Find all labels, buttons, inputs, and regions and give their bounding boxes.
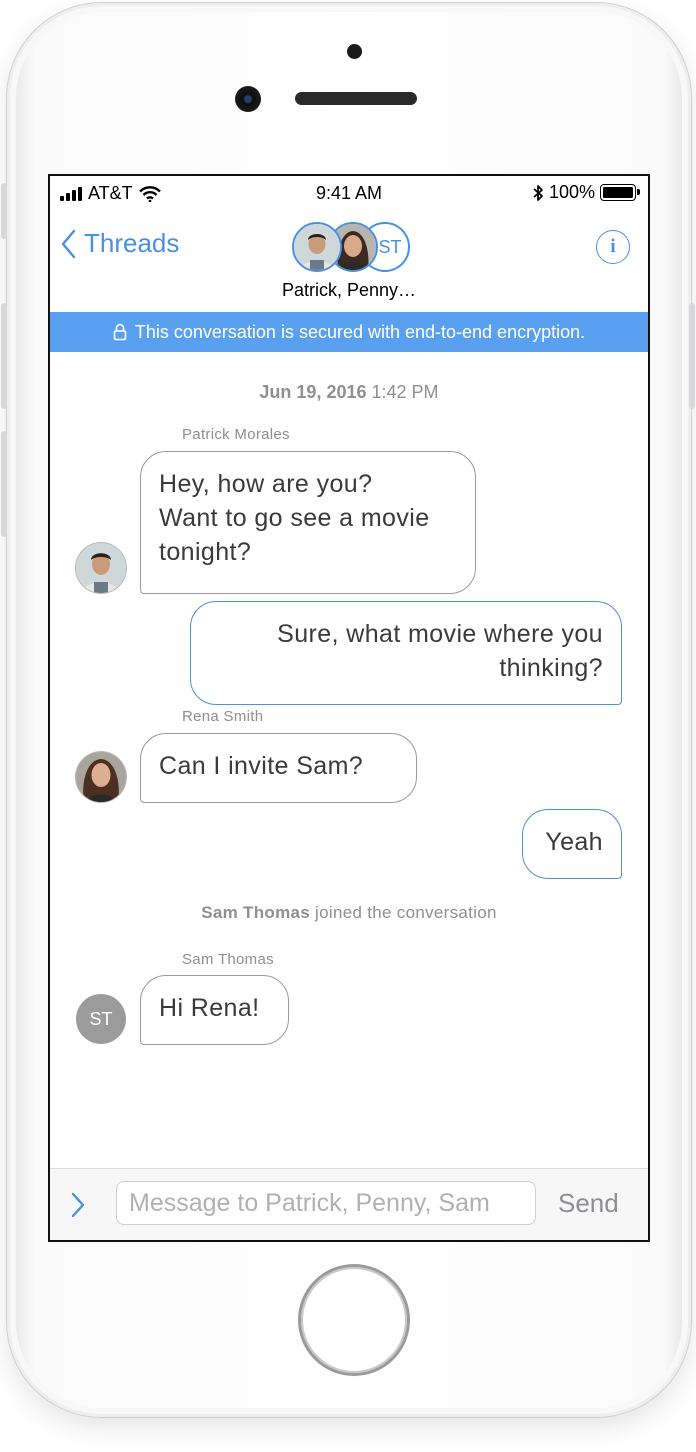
- info-icon: i: [610, 236, 616, 257]
- system-event-name: Sam Thomas: [201, 903, 311, 922]
- volume-up-button: [1, 303, 7, 409]
- sender-name: Rena Smith: [182, 708, 264, 725]
- proximity-sensor: [347, 44, 362, 59]
- back-label: Threads: [84, 228, 180, 258]
- date-stamp: Jun 19, 2016 1:42 PM: [50, 382, 648, 403]
- home-button[interactable]: [301, 1267, 407, 1373]
- time-label: 1:42 PM: [371, 382, 439, 402]
- back-button[interactable]: Threads: [60, 228, 179, 259]
- avatar-rena[interactable]: [76, 752, 126, 802]
- earpiece-speaker: [295, 92, 417, 105]
- phone-screen: AT&T 9:41 AM 100% Threads ST Patrick, Pe…: [48, 174, 650, 1242]
- battery-icon: [600, 184, 640, 201]
- expand-chevron-icon[interactable]: [70, 1191, 86, 1219]
- encryption-banner: This conversation is secured with end-to…: [50, 312, 648, 352]
- status-bar: AT&T 9:41 AM 100%: [50, 176, 648, 212]
- info-button[interactable]: i: [596, 230, 630, 264]
- lock-icon: [113, 323, 127, 341]
- message-input[interactable]: [116, 1181, 536, 1225]
- avatar-patrick: [292, 222, 342, 272]
- send-button[interactable]: Send: [558, 1188, 619, 1219]
- message-bubble-outgoing[interactable]: Yeah: [522, 809, 622, 879]
- sender-name: Patrick Morales: [182, 426, 290, 443]
- front-camera: [235, 86, 261, 112]
- encryption-text: This conversation is secured with end-to…: [134, 321, 586, 342]
- sender-name: Sam Thomas: [182, 951, 274, 968]
- thread-participants-title[interactable]: Patrick, Penny…: [50, 280, 648, 301]
- avatar-sam[interactable]: ST: [76, 994, 126, 1044]
- participant-avatars[interactable]: ST: [290, 220, 410, 272]
- bluetooth-icon: [533, 184, 543, 201]
- message-bubble-incoming[interactable]: Hey, how are you? Want to go see a movie…: [140, 451, 476, 594]
- system-event: Sam Thomas joined the conversation: [50, 903, 648, 923]
- back-chevron-icon: [61, 229, 76, 258]
- message-bubble-incoming[interactable]: Hi Rena!: [140, 975, 289, 1045]
- message-bubble-outgoing[interactable]: Sure, what movie where you thinking?: [190, 601, 622, 705]
- avatar-patrick[interactable]: [76, 543, 126, 593]
- power-button: [689, 303, 695, 409]
- volume-down-button: [1, 431, 7, 537]
- battery-percent: 100%: [548, 182, 595, 202]
- date-label: Jun 19, 2016: [259, 382, 367, 402]
- message-composer: Send: [50, 1168, 648, 1240]
- message-bubble-incoming[interactable]: Can I invite Sam?: [140, 733, 417, 803]
- mute-switch: [1, 183, 7, 239]
- system-event-text: joined the conversation: [315, 903, 497, 922]
- navigation-bar: Threads ST Patrick, Penny… i: [50, 212, 648, 312]
